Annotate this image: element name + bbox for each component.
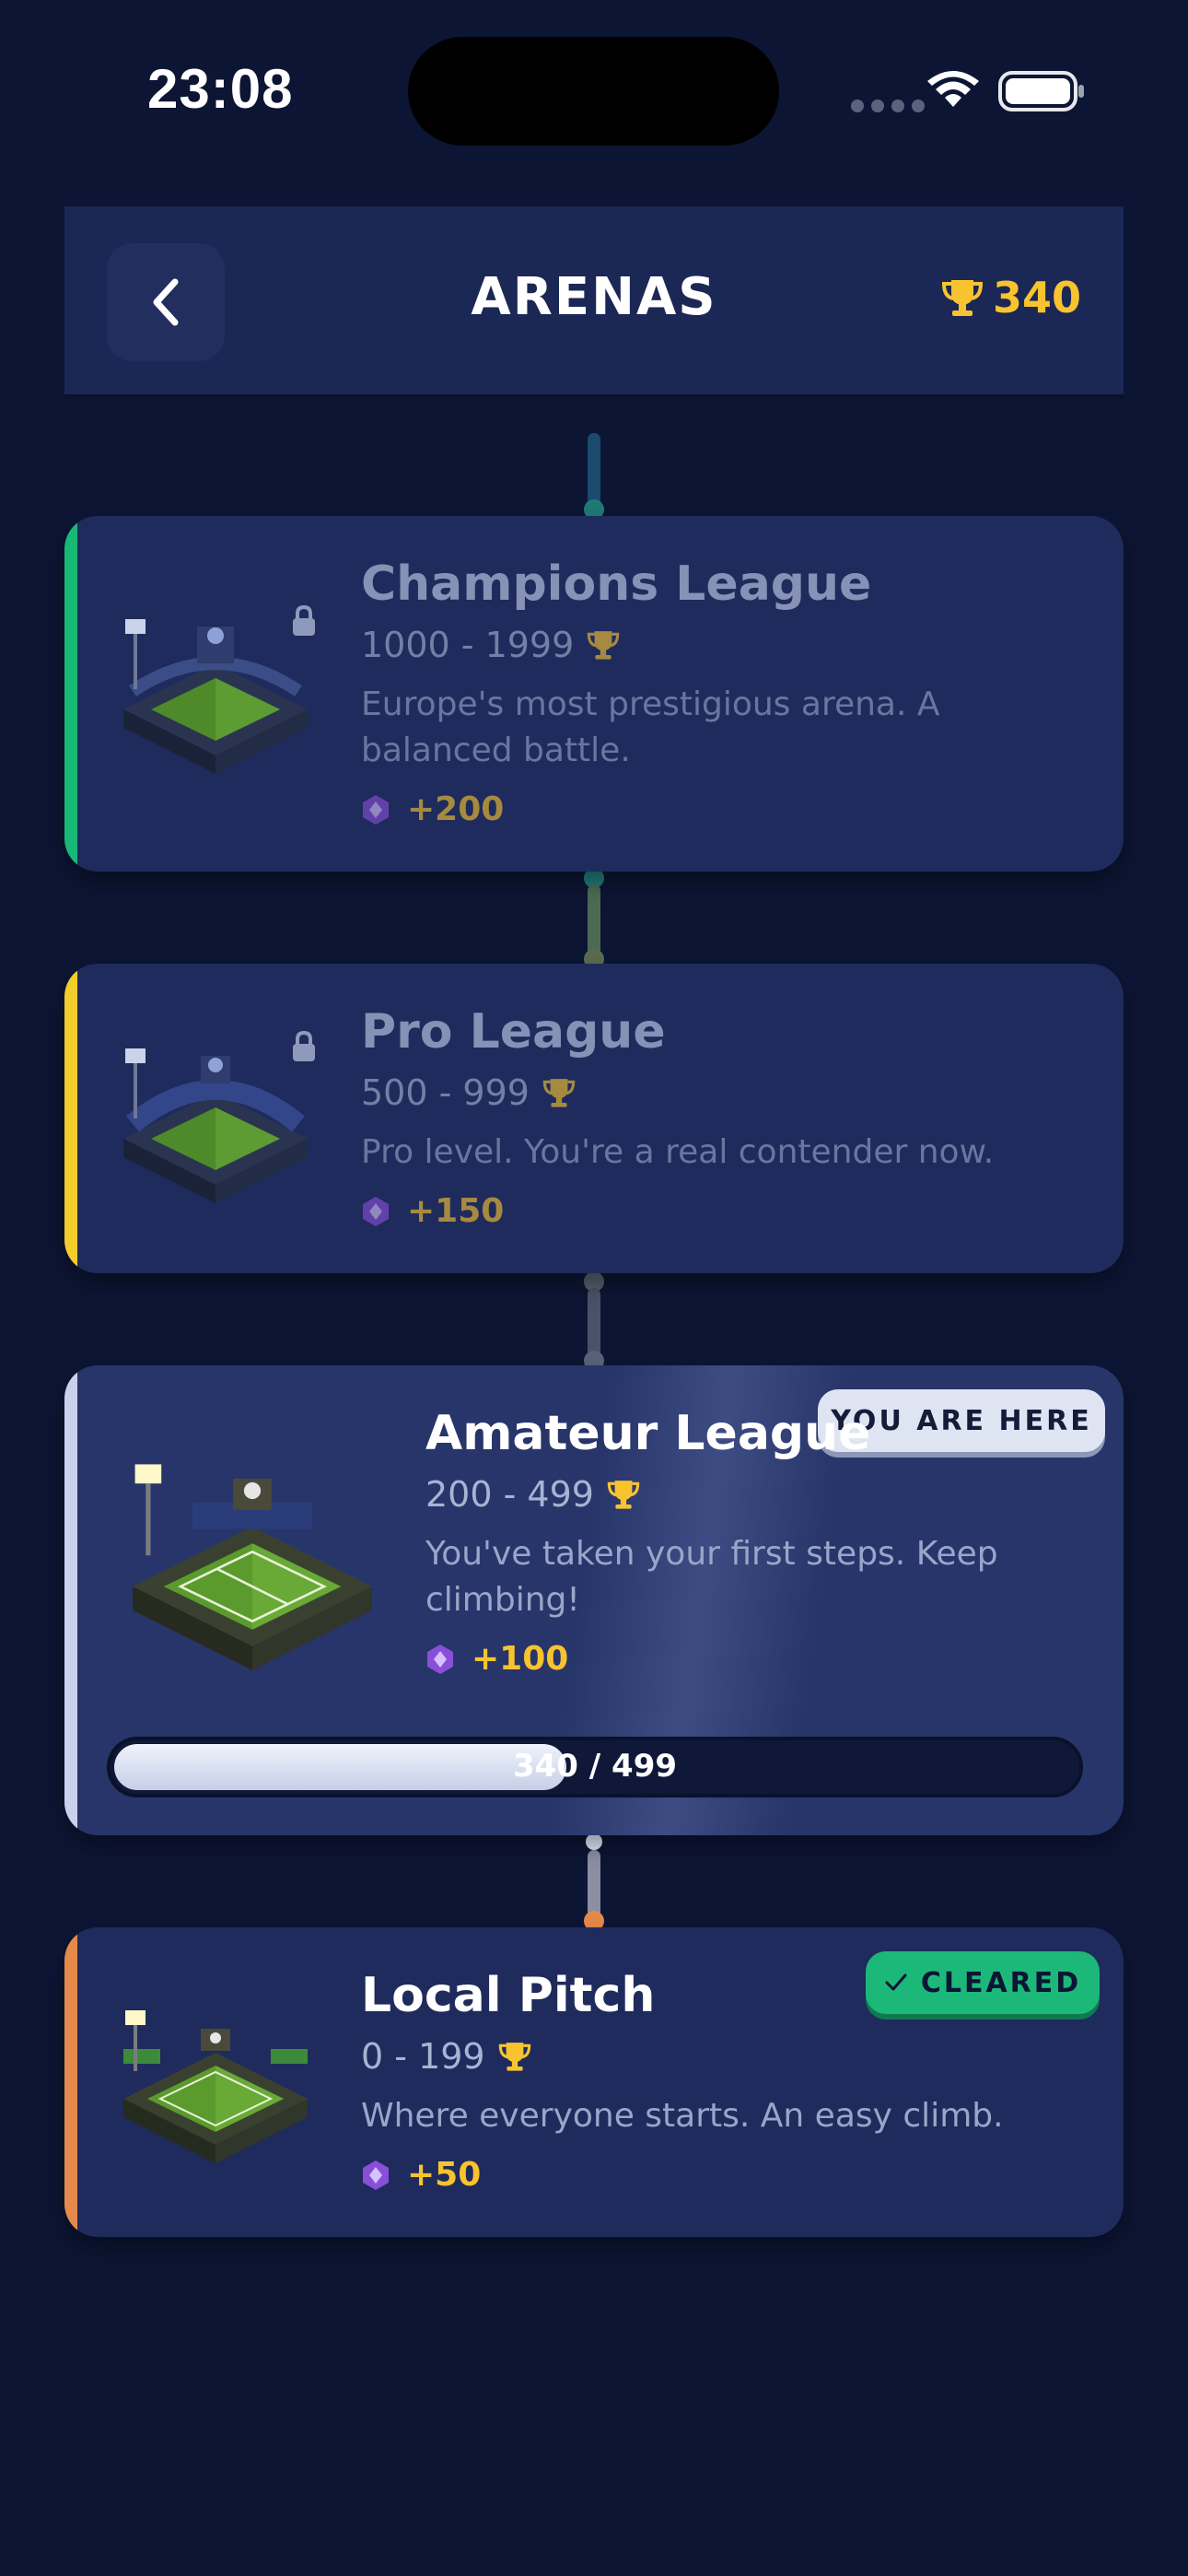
arena-description: Europe's most prestigious arena. A balan… bbox=[361, 685, 940, 769]
lock-icon bbox=[293, 1030, 315, 1061]
arena-reward: +150 bbox=[361, 1192, 1079, 1230]
arena-reward: +100 bbox=[425, 1640, 1089, 1678]
arena-range-text: 500 - 999 bbox=[361, 1072, 530, 1113]
arena-description: You've taken your first steps. Keep clim… bbox=[425, 1535, 998, 1619]
arena-reward-value: +100 bbox=[472, 1640, 569, 1678]
arena-accent bbox=[64, 964, 77, 1273]
trophy-icon bbox=[941, 280, 983, 316]
arenas-header: ARENAS 340 bbox=[64, 206, 1124, 398]
trophy-count: 340 bbox=[941, 273, 1081, 322]
arena-card-pro-league[interactable]: Pro League 500 - 999 Pro level. You're a… bbox=[64, 964, 1124, 1273]
arena-accent bbox=[64, 1365, 77, 1835]
gem-icon bbox=[363, 2160, 389, 2190]
trophy-progress-text: 340 / 499 bbox=[512, 1748, 678, 1785]
arena-reward: +200 bbox=[361, 790, 1079, 828]
trophy-icon bbox=[588, 631, 620, 660]
arena-range: 500 - 999 bbox=[361, 1072, 1079, 1113]
arena-info: Local Pitch 0 - 199 Where everyone start… bbox=[361, 1968, 1079, 2194]
arena-title: Champions League bbox=[361, 556, 872, 612]
dynamic-island bbox=[408, 37, 779, 146]
arena-reward-value: +150 bbox=[407, 1192, 505, 1230]
arena-title: Local Pitch bbox=[361, 1968, 656, 2023]
arena-accent bbox=[64, 516, 77, 872]
path-connector bbox=[588, 433, 600, 507]
arena-info: Amateur League 200 - 499 You've taken yo… bbox=[425, 1406, 1089, 1678]
arena-range-text: 1000 - 1999 bbox=[361, 625, 575, 665]
cellular-signal-icon bbox=[851, 100, 925, 112]
arena-title: Pro League bbox=[361, 1004, 666, 1060]
stadium-image bbox=[123, 2010, 308, 2163]
trophy-icon bbox=[498, 2043, 530, 2071]
arena-reward-value: +200 bbox=[407, 790, 505, 828]
arena-card-local-pitch[interactable]: CLEARED Local Pitch 0 - 199 Where everyo… bbox=[64, 1927, 1124, 2237]
arena-range: 0 - 199 bbox=[361, 2036, 1079, 2077]
arena-reward-value: +50 bbox=[407, 2156, 482, 2194]
gem-icon bbox=[363, 794, 389, 825]
gem-icon bbox=[427, 1644, 453, 1674]
battery-icon bbox=[998, 71, 1084, 111]
arena-description: Pro level. You're a real contender now. bbox=[361, 1133, 995, 1171]
stadium-image bbox=[133, 1464, 372, 1670]
arena-range: 1000 - 1999 bbox=[361, 625, 1079, 665]
gem-icon bbox=[363, 1196, 389, 1226]
status-time: 23:08 bbox=[147, 58, 294, 120]
trophy-icon bbox=[542, 1079, 576, 1107]
arena-title: Amateur League bbox=[425, 1406, 871, 1461]
arena-accent bbox=[64, 1927, 77, 2237]
trophy-progress-bar: 340 / 499 bbox=[107, 1737, 1083, 1797]
trophy-icon bbox=[607, 1481, 640, 1509]
arena-card-champions-league[interactable]: Champions League 1000 - 1999 Europe's mo… bbox=[64, 516, 1124, 872]
arena-range-text: 200 - 499 bbox=[425, 1474, 594, 1515]
arena-description: Where everyone starts. An easy climb. bbox=[361, 2097, 1004, 2135]
path-connector bbox=[588, 884, 600, 958]
path-connector bbox=[588, 1288, 600, 1360]
arena-range-text: 0 - 199 bbox=[361, 2036, 485, 2077]
arena-info: Champions League 1000 - 1999 Europe's mo… bbox=[361, 556, 1079, 828]
arena-reward: +50 bbox=[361, 2156, 1079, 2194]
wifi-icon bbox=[927, 71, 979, 107]
arena-card-amateur-league[interactable]: YOU ARE HERE Amateur League 200 - 499 Yo… bbox=[64, 1365, 1124, 1835]
path-connector bbox=[588, 1850, 600, 1918]
lock-icon bbox=[293, 604, 315, 636]
trophy-count-value: 340 bbox=[992, 273, 1081, 322]
arena-range: 200 - 499 bbox=[425, 1474, 1089, 1515]
arena-info: Pro League 500 - 999 Pro level. You're a… bbox=[361, 1004, 1079, 1230]
